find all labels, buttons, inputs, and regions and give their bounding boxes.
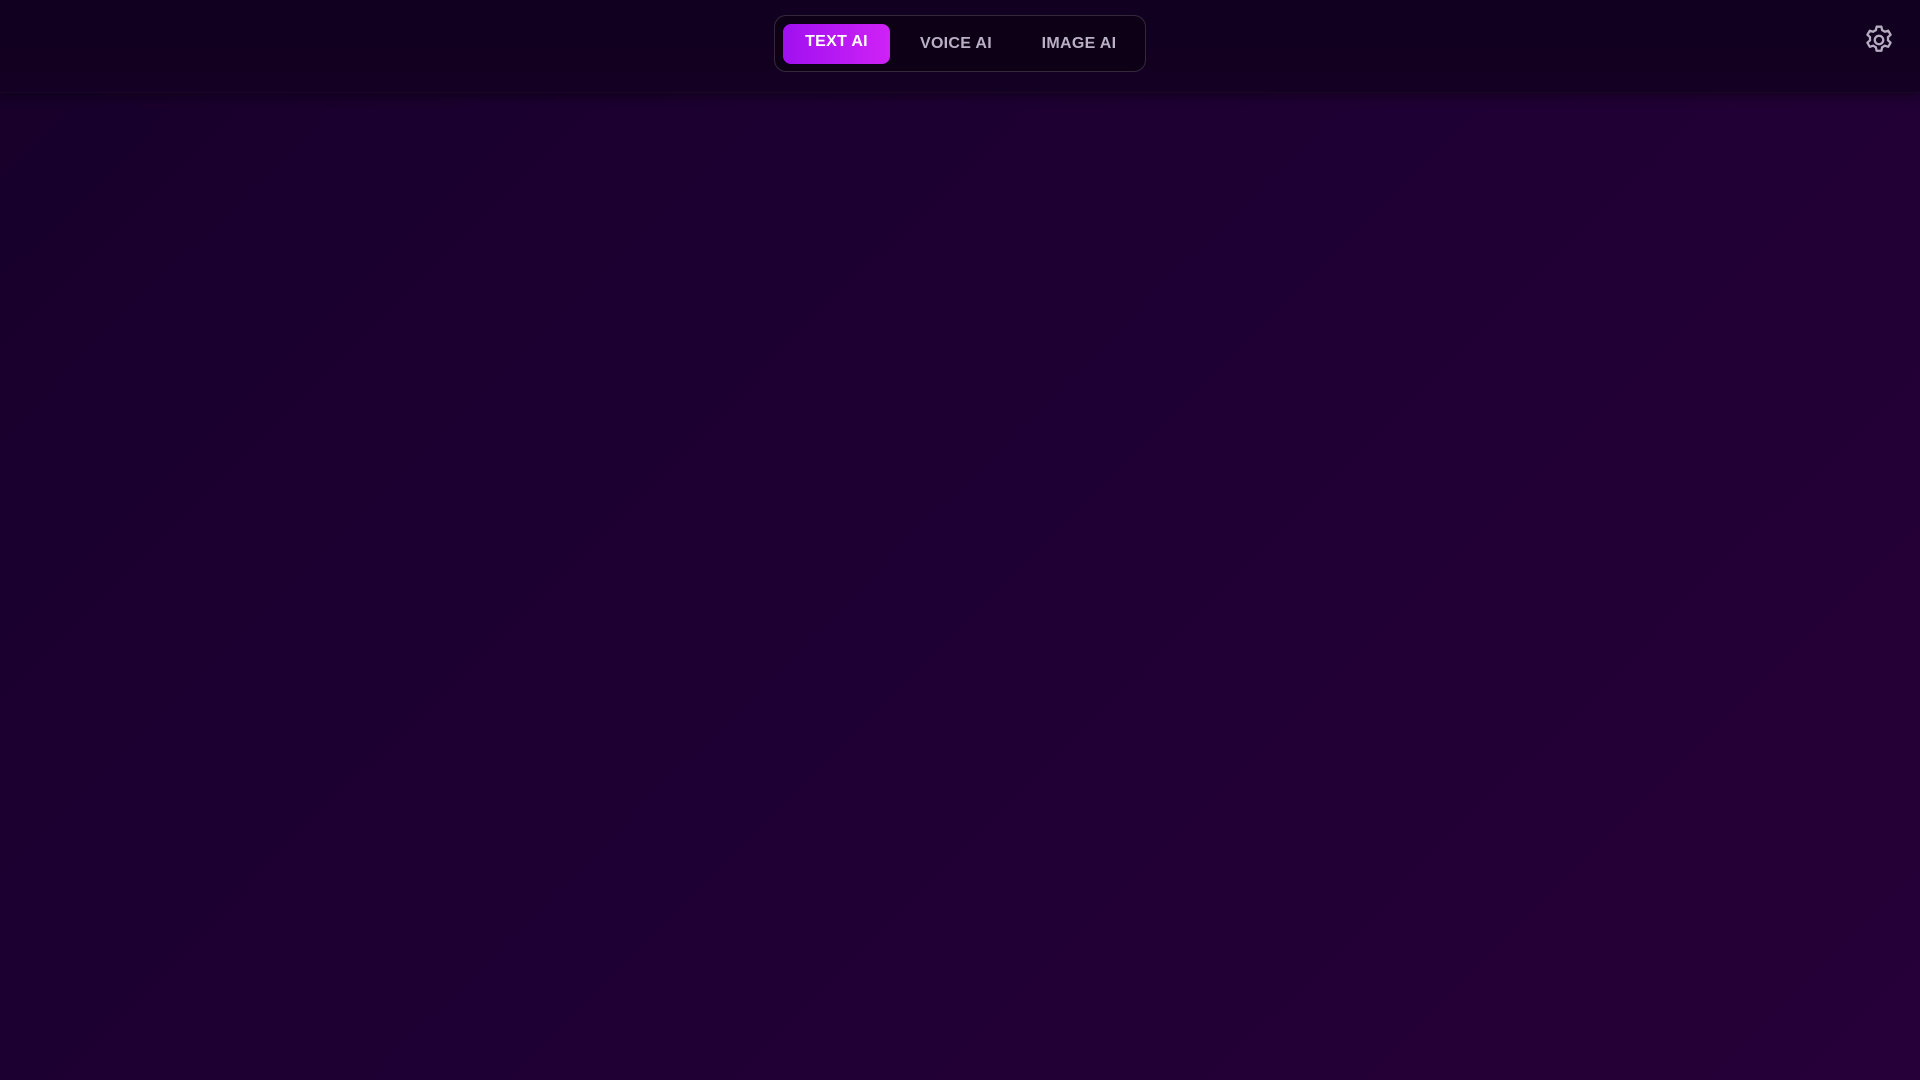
tab-text-ai[interactable]: TEXT AI [783,23,890,64]
gear-icon [1866,25,1892,52]
ai-mode-switcher: TEXT AI VOICE AI IMAGE AI [774,15,1146,72]
settings-button[interactable] [1862,23,1896,57]
tab-voice-ai[interactable]: VOICE AI [890,24,1022,64]
top-bar: TEXT AI VOICE AI IMAGE AI [0,0,1920,93]
tab-image-ai[interactable]: IMAGE AI [1022,24,1136,64]
main-content-area [0,92,1920,1080]
